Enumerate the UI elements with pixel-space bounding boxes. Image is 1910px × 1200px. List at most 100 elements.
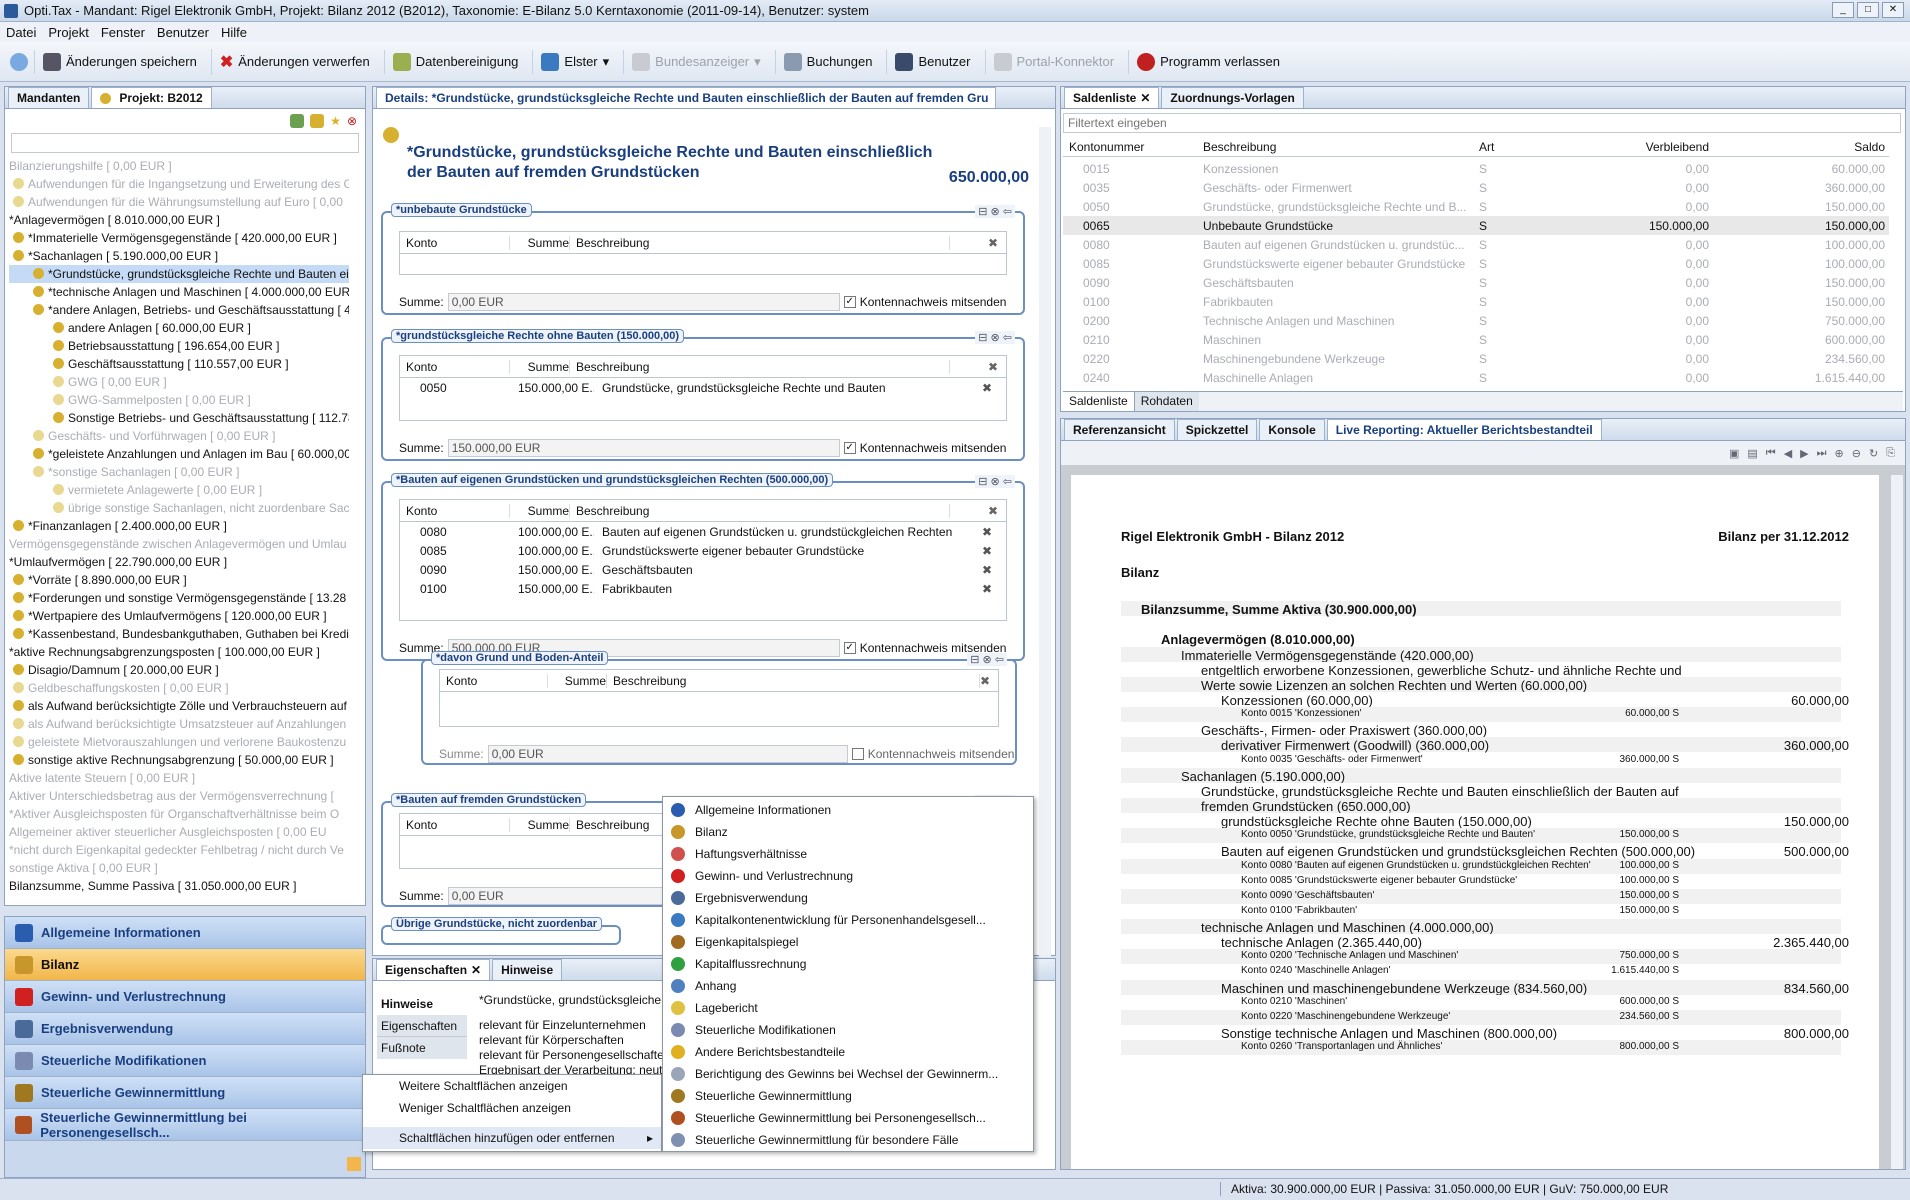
table-row[interactable]: 0050 150.000,00 E... Grundstücke, grundstü…	[400, 378, 1006, 397]
tree-item[interactable]: Sonstige Betriebs- und Geschäftsausstatt…	[9, 409, 349, 427]
close-button[interactable]: ✕	[1882, 2, 1904, 18]
tab-eigenschaften[interactable]: Eigenschaften ✕	[376, 959, 491, 980]
tab-konsole[interactable]: Konsole	[1259, 419, 1325, 440]
col-art[interactable]: Art	[1479, 140, 1579, 154]
tree-item[interactable]: Betriebsausstattung [ 196.654,00 EUR ]	[9, 337, 349, 355]
table-row[interactable]: 0240 Maschinelle Anlagen S 0,00 1.615.440,00	[1063, 368, 1889, 387]
table-row[interactable]: 0210 Maschinen S 0,00 600.000,00	[1063, 330, 1889, 349]
prop-side-eigenschaften[interactable]: Eigenschaften	[377, 1015, 467, 1037]
tab-zuordnungs-vorlagen[interactable]: Zuordnungs-Vorlagen	[1161, 87, 1304, 108]
nachweis-checkbox[interactable]	[851, 748, 864, 760]
tab-live-reporting[interactable]: Live Reporting: Aktueller Berichtsbestan…	[1326, 419, 1602, 440]
delete-row-icon[interactable]: ✖	[982, 582, 992, 596]
info-icon[interactable]	[10, 52, 28, 71]
delete-all-icon[interactable]: ✖	[988, 236, 998, 250]
nav-button[interactable]: Steuerliche Modifikationen	[5, 1045, 365, 1077]
col-verbleibend[interactable]: Verbleibend	[1579, 140, 1709, 154]
tree-item[interactable]: *technische Anlagen und Maschinen [ 4.00…	[9, 283, 349, 301]
tree-item[interactable]: andere Anlagen [ 60.000,00 EUR ]	[9, 319, 349, 337]
zoom-out-icon[interactable]: ⊖	[1852, 447, 1861, 460]
menu-item-report[interactable]: Anhang	[663, 975, 1033, 997]
table-row[interactable]: 0090 Geschäftsbauten S 0,00 150.000,00	[1063, 273, 1889, 292]
nav-button[interactable]: Steuerliche Gewinnermittlung	[5, 1077, 365, 1109]
tree-item[interactable]: *nicht durch Eigenkapital gedeckter Fehl…	[9, 841, 349, 859]
tree-item[interactable]: *Anlagevermögen [ 8.010.000,00 EUR ]	[9, 211, 349, 229]
col-saldo[interactable]: Saldo	[1709, 140, 1885, 154]
table-row[interactable]: 0090 150.000,00 E... Geschäftsbauten ✖	[400, 560, 1006, 579]
menu-projekt[interactable]: Projekt	[42, 25, 94, 40]
menu-item-report[interactable]: Kapitalflussrechnung	[663, 953, 1033, 975]
discard-button[interactable]: ✖ Änderungen verwerfen	[210, 48, 378, 75]
close-icon[interactable]: ✕	[1140, 91, 1150, 105]
group-controls[interactable]: ⊟ ⊗ ⇦	[975, 331, 1015, 344]
remove-icon[interactable]: ⊗	[347, 114, 357, 128]
close-icon[interactable]: ✕	[471, 963, 481, 977]
tree-item[interactable]: Bilanzierungshilfe [ 0,00 EUR ]	[9, 157, 349, 175]
menu-item-report[interactable]: Steuerliche Gewinnermittlung bei Persone…	[663, 1107, 1033, 1129]
tree-item[interactable]: *sonstige Sachanlagen [ 0,00 EUR ]	[9, 463, 349, 481]
coin-icon[interactable]	[310, 114, 325, 128]
menu-item-report[interactable]: Lagebericht	[663, 997, 1033, 1019]
menu-item-report[interactable]: Haftungsverhältnisse	[663, 843, 1033, 865]
print-icon[interactable]: ▤	[1747, 447, 1757, 460]
tree-item[interactable]: *Umlaufvermögen [ 22.790.000,00 EUR ]	[9, 553, 349, 571]
menu-fewer-buttons[interactable]: Weniger Schaltflächen anzeigen	[363, 1097, 661, 1119]
tree-item[interactable]: vermietete Anlagewerte [ 0,00 EUR ]	[9, 481, 349, 499]
datenbereinigung-button[interactable]: Datenbereinigung	[383, 49, 527, 74]
group-controls[interactable]: ⊟ ⊗ ⇦	[967, 653, 1007, 666]
tree-item[interactable]: *Wertpapiere des Umlaufvermögens [ 120.0…	[9, 607, 349, 625]
buchungen-button[interactable]: Buchungen	[774, 49, 881, 74]
tree-item[interactable]: Geschäftsausstattung [ 110.557,00 EUR ]	[9, 355, 349, 373]
menu-item-report[interactable]: Gewinn- und Verlustrechnung	[663, 865, 1033, 887]
menu-item-report[interactable]: Berichtigung des Gewinns bei Wechsel der…	[663, 1063, 1033, 1085]
btab-rohdaten[interactable]: Rohdaten	[1134, 392, 1199, 411]
menu-item-report[interactable]: Ergebnisverwendung	[663, 887, 1033, 909]
tab-mandanten[interactable]: Mandanten	[8, 87, 90, 108]
tab-spickzettel[interactable]: Spickzettel	[1176, 419, 1258, 440]
delete-row-icon[interactable]: ✖	[982, 525, 992, 539]
tree-item[interactable]: als Aufwand berücksichtigte Umsatzsteuer…	[9, 715, 349, 733]
table-row[interactable]: 0220 Maschinengebundene Werkzeuge S 0,00 234…	[1063, 349, 1889, 368]
menu-item-report[interactable]: Kapitalkontenentwicklung für Personenhan…	[663, 909, 1033, 931]
tree-item[interactable]: *Kassenbestand, Bundesbankguthaben, Guth…	[9, 625, 349, 643]
col-beschreibung[interactable]: Beschreibung	[1203, 140, 1479, 154]
delete-row-icon[interactable]: ✖	[982, 563, 992, 577]
tree-item[interactable]: als Aufwand berücksichtigte Zölle und Ve…	[9, 697, 349, 715]
menu-fenster[interactable]: Fenster	[95, 25, 151, 40]
table-row[interactable]: 0050 Grundstücke, grundstücksgleiche Rech…	[1063, 197, 1889, 216]
tree-item[interactable]: übrige sonstige Sachanlagen, nicht zuord…	[9, 499, 349, 517]
tree-item[interactable]: Geldbeschaffungskosten [ 0,00 EUR ]	[9, 679, 349, 697]
tree-item[interactable]: *Vorräte [ 8.890.000,00 EUR ]	[9, 571, 349, 589]
table-row[interactable]: 0015 Konzessionen S 0,00 60.000,00	[1063, 159, 1889, 178]
tree-item[interactable]: Vermögensgegenstände zwischen Anlageverm…	[9, 535, 349, 553]
tree-item[interactable]: Bilanzsumme, Summe Passiva [ 31.050.000,…	[9, 877, 349, 895]
tree-item[interactable]: *andere Anlagen, Betriebs- und Geschäfts…	[9, 301, 349, 319]
table-row[interactable]: 0085 Grundstückswerte eigener bebauter Gr…	[1063, 254, 1889, 273]
nav-button[interactable]: Allgemeine Informationen	[5, 917, 365, 949]
menu-item-report[interactable]: Steuerliche Gewinnermittlung	[663, 1085, 1033, 1107]
delete-row-icon[interactable]: ✖	[982, 544, 992, 558]
tree-item[interactable]: sonstige aktive Rechnungsabgrenzung [ 50…	[9, 751, 349, 769]
tree-item[interactable]: Aktive latente Steuern [ 0,00 EUR ]	[9, 769, 349, 787]
tree-item[interactable]: sonstige Aktiva [ 0,00 EUR ]	[9, 859, 349, 877]
elster-button[interactable]: Elster ▾	[532, 49, 617, 74]
tree-item[interactable]: *Grundstücke, grundstücksgleiche Rechte …	[9, 265, 349, 283]
refresh-icon[interactable]: ↻	[1869, 447, 1878, 460]
zoom-in-icon[interactable]: ⊕	[1835, 447, 1844, 460]
table-row[interactable]: 0200 Technische Anlagen und Maschinen S 0,0…	[1063, 311, 1889, 330]
btab-saldenliste[interactable]: Saldenliste	[1063, 392, 1135, 411]
nachweis-checkbox[interactable]: ✓	[843, 442, 856, 454]
menu-item-report[interactable]: Andere Berichtsbestandteile	[663, 1041, 1033, 1063]
tree-item[interactable]: GWG [ 0,00 EUR ]	[9, 373, 349, 391]
details-scrollbar[interactable]	[1039, 127, 1051, 957]
delete-all-icon[interactable]: ✖	[980, 674, 990, 688]
tree-item[interactable]: *Aktiver Ausgleichsposten für Organschaf…	[9, 805, 349, 823]
prev-page-icon[interactable]: ◀	[1784, 447, 1792, 460]
saldenliste-filter-input[interactable]	[1063, 113, 1901, 133]
nav-button[interactable]: Bilanz	[5, 949, 365, 981]
tab-projekt[interactable]: Projekt: B2012	[91, 87, 212, 108]
menu-item-report[interactable]: Steuerliche Modifikationen	[663, 1019, 1033, 1041]
menu-item-report[interactable]: Steuerliche Gewinnermittlung für besonde…	[663, 1129, 1033, 1151]
tree-item[interactable]: Aktiver Unterschiedsbetrag aus der Vermö…	[9, 787, 349, 805]
table-row[interactable]: 0085 100.000,00 E... Grundstückswerte eige…	[400, 541, 1006, 560]
